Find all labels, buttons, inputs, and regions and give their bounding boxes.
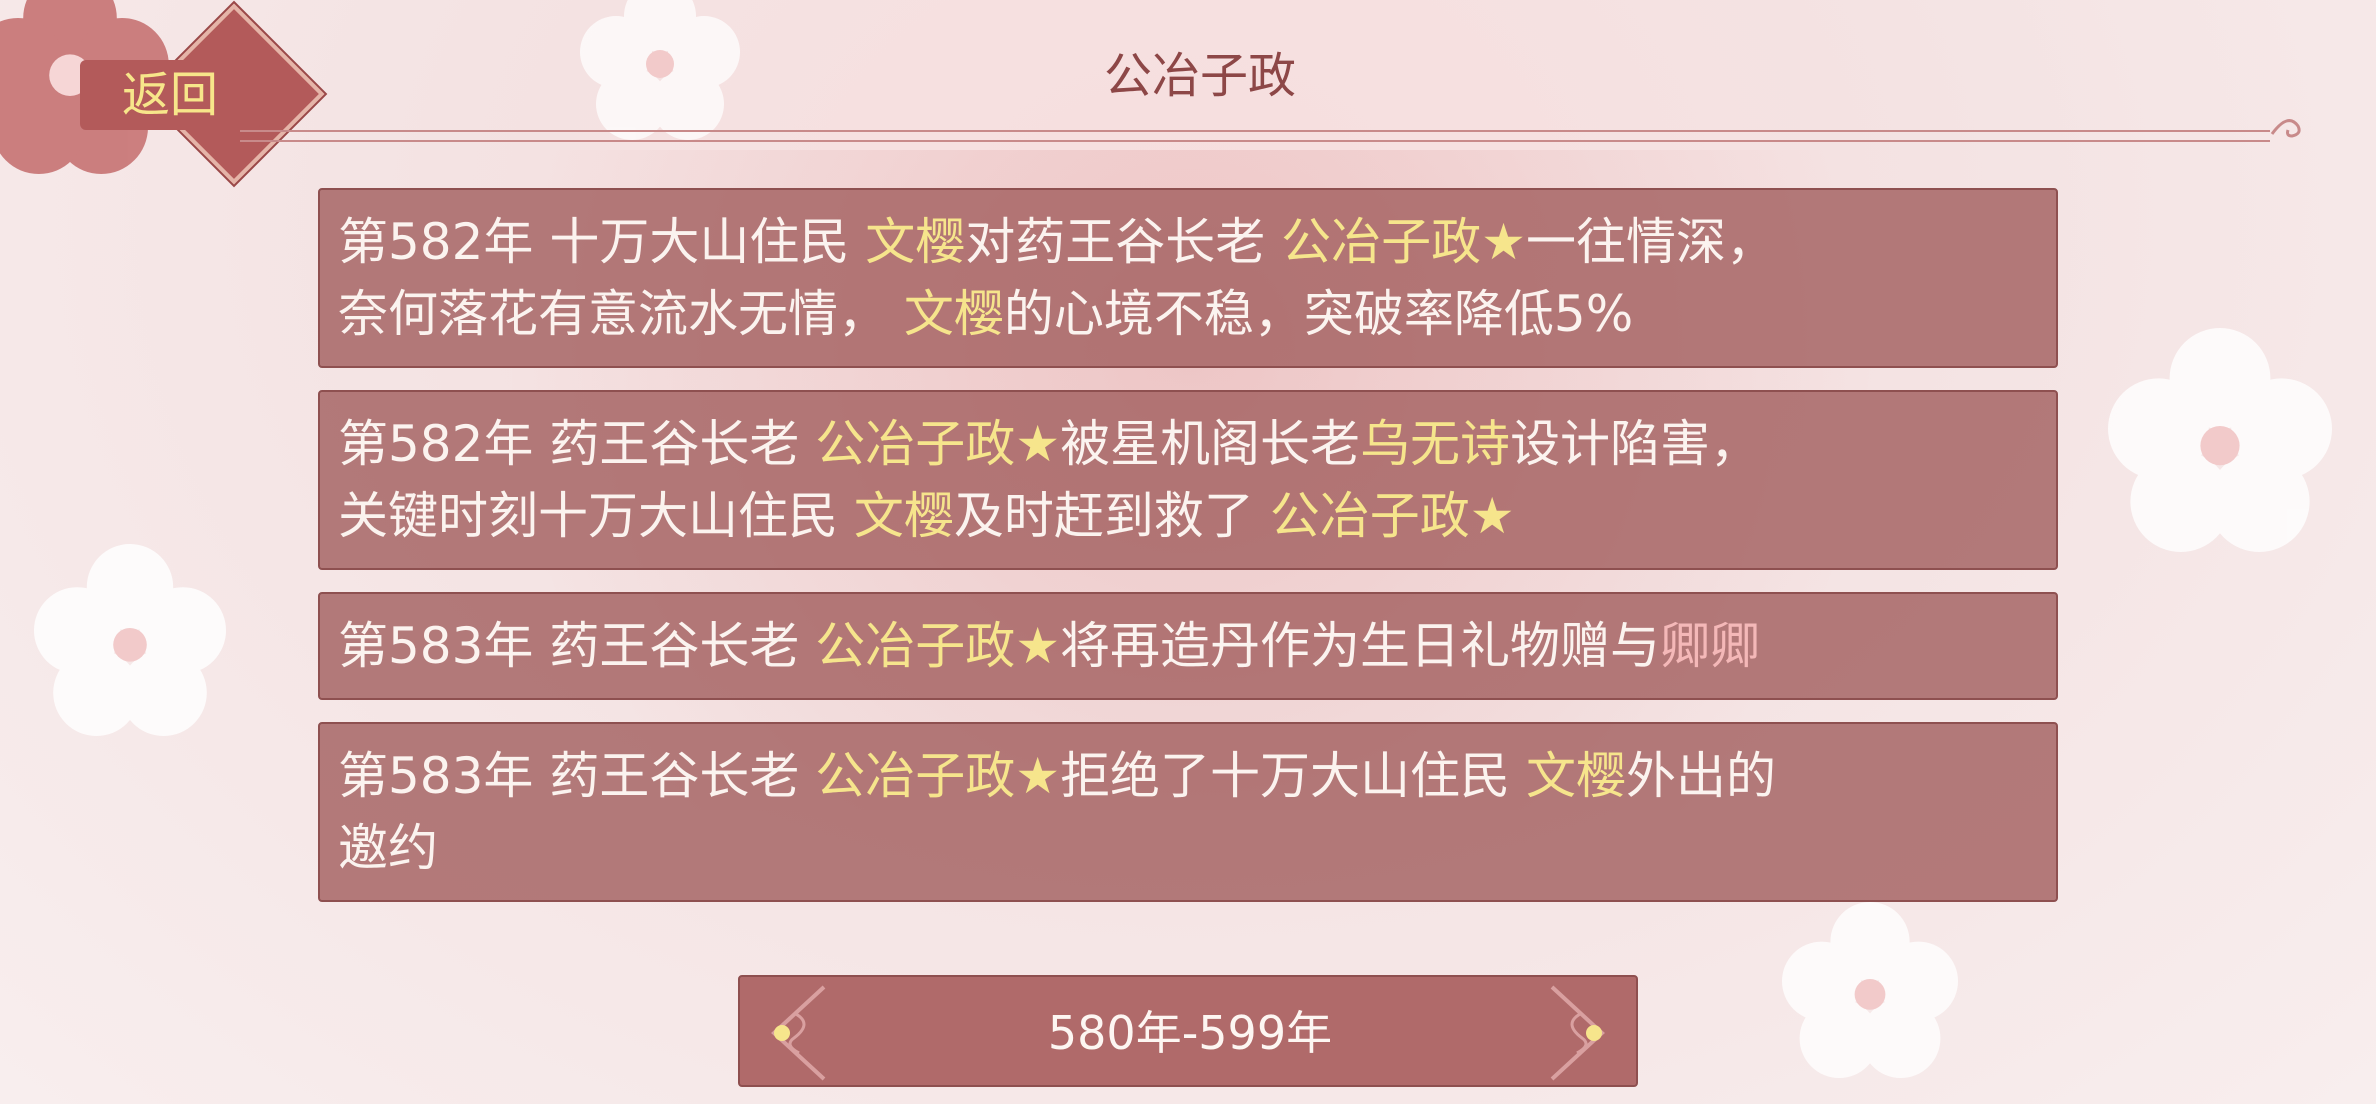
event-text-segment: 的心境不稳，突破率降低5%: [1003, 285, 1634, 343]
divider-ornament-icon: [2270, 119, 2301, 138]
event-list: 第582年 十万大山住民 文樱对药王谷长老 公冶子政★一往情深， 奈何落花有意流水…: [318, 188, 2058, 924]
event-text: 第583年 药王谷长老 公冶子政★拒绝了十万大山住民 文樱外出的邀约: [338, 747, 1776, 877]
year-range-label: 580年-599年: [1047, 1006, 1333, 1060]
event-text-segment: 第582年 十万大山住民: [338, 213, 866, 271]
event-text-segment: 一往情深，: [1525, 213, 1776, 271]
character-name: 文樱: [1525, 747, 1626, 805]
page-title: 公冶子政: [1103, 48, 1296, 104]
event-text-segment: 及时赶到救了: [953, 487, 1270, 545]
blossom-decoration-1: [34, 544, 226, 736]
character-name: 公冶子政★: [815, 617, 1061, 675]
event-text-segment: 关键时刻十万大山住民: [338, 487, 854, 545]
event-text-segment: 拒绝了十万大山住民: [1060, 747, 1526, 805]
back-button[interactable]: 返回: [80, 3, 325, 185]
event-text: 第582年 药王谷长老 公冶子政★被星机阁长老乌无诗设计陷害， 关键时刻十万大山住…: [338, 415, 1760, 545]
character-name: 公冶子政★: [815, 415, 1061, 473]
event-text: 第583年 药王谷长老 公冶子政★将再造丹作为生日礼物赠与卿卿: [338, 617, 1760, 675]
event-text-segment: 将再造丹作为生日礼物赠与: [1060, 617, 1661, 675]
year-range-selector[interactable]: 580年-599年: [738, 975, 1638, 1087]
event-text-segment: 奈何落花有意流水无情，: [338, 285, 904, 343]
event-card: 第583年 药王谷长老 公冶子政★拒绝了十万大山住民 文樱外出的邀约: [318, 722, 2058, 902]
event-card: 第582年 药王谷长老 公冶子政★被星机阁长老乌无诗设计陷害， 关键时刻十万大山住…: [318, 390, 2058, 570]
back-button-label: 返回: [121, 67, 218, 123]
character-name: 乌无诗: [1360, 415, 1511, 473]
event-text-segment: 设计陷害，: [1510, 415, 1761, 473]
character-name: 公冶子政★: [1281, 213, 1526, 271]
character-name: 卿卿: [1660, 617, 1761, 675]
event-text-segment: 外出的: [1625, 747, 1776, 805]
event-text: 第582年 十万大山住民 文樱对药王谷长老 公冶子政★一往情深， 奈何落花有意流水…: [338, 213, 1776, 343]
event-text-segment: 被星机阁长老: [1060, 415, 1361, 473]
scroll-ornament-right-icon: [1550, 985, 1605, 1081]
event-text-segment: 第582年 药王谷长老: [338, 415, 816, 473]
event-text-segment: 对药王谷长老: [965, 213, 1282, 271]
header-divider: [240, 130, 2270, 142]
event-text-segment: 第583年 药王谷长老: [338, 617, 816, 675]
event-text-segment: 邀约: [338, 819, 438, 877]
character-name: 文樱: [903, 285, 1004, 343]
character-name: 文樱: [865, 213, 966, 271]
event-text-segment: 第583年 药王谷长老: [338, 747, 816, 805]
character-name: 文樱: [853, 487, 954, 545]
event-card: 第582年 十万大山住民 文樱对药王谷长老 公冶子政★一往情深， 奈何落花有意流水…: [318, 188, 2058, 368]
blossom-decoration-2: [2108, 328, 2332, 552]
character-name: 公冶子政★: [815, 747, 1061, 805]
character-name: 公冶子政★: [1269, 487, 1515, 545]
event-card: 第583年 药王谷长老 公冶子政★将再造丹作为生日礼物赠与卿卿: [318, 592, 2058, 700]
